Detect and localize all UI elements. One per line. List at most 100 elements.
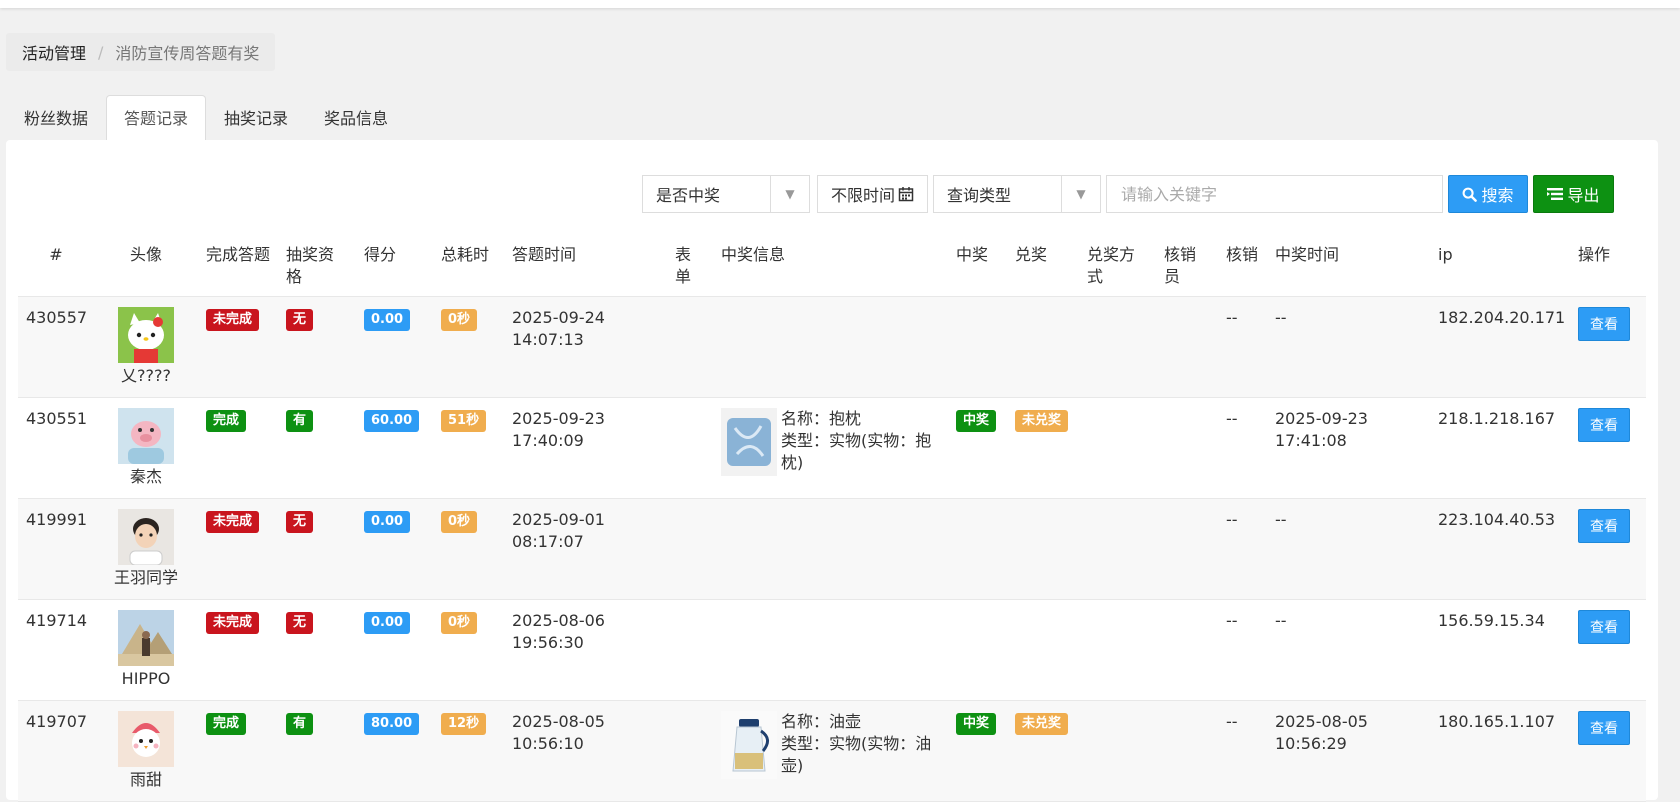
- prize-thumbnail: [721, 408, 777, 476]
- breadcrumb-parent[interactable]: 活动管理: [22, 40, 86, 64]
- cell-win-time: 2025-08-05 10:56:29: [1267, 700, 1430, 802]
- query-type-select[interactable]: 查询类型 ▼: [933, 175, 1101, 213]
- qualified-badge: 无: [286, 511, 314, 533]
- win-date: 2025-09-23: [1275, 409, 1368, 428]
- answer-date: 2025-09-24: [512, 308, 605, 327]
- search-button[interactable]: 搜索: [1448, 175, 1528, 213]
- avatar: [118, 408, 174, 464]
- complete-badge: 完成: [206, 410, 247, 432]
- keyword-input[interactable]: [1106, 175, 1443, 213]
- answer-date: 2025-09-01: [512, 510, 605, 529]
- time-filter-button[interactable]: 不限时间: [817, 175, 928, 213]
- avatar: [118, 711, 174, 767]
- cell-score: 0.00: [356, 599, 433, 701]
- cell-verify: --: [1218, 700, 1267, 802]
- cell-action: 查看: [1570, 397, 1646, 499]
- table-row: 430551 秦杰 完成 有 60.00 51秒 2025-09-23 17:40:09 名称：…: [18, 397, 1646, 499]
- tab-fans-data[interactable]: 粉丝数据: [6, 95, 106, 142]
- breadcrumb-current: 消防宣传周答题有奖: [115, 44, 260, 63]
- cell-redeem-method: [1079, 599, 1156, 701]
- cell-verify: --: [1218, 296, 1267, 398]
- cell-avatar: 乂????: [94, 296, 198, 398]
- cell-redeem-method: [1079, 700, 1156, 802]
- cell-win-time: 2025-09-23 17:41:08: [1267, 397, 1430, 499]
- cell-ip: 180.165.1.107: [1430, 700, 1570, 802]
- col-header-duration: 总耗时: [433, 232, 504, 297]
- cell-verifier: [1156, 700, 1218, 802]
- qualified-badge: 有: [286, 410, 314, 432]
- won-badge: 中奖: [956, 713, 997, 735]
- col-header-prize-info: 中奖信息: [713, 232, 948, 297]
- col-header-answer-time: 答题时间: [504, 232, 667, 297]
- breadcrumb: 活动管理 / 消防宣传周答题有奖: [6, 33, 276, 71]
- view-button[interactable]: 查看: [1578, 408, 1630, 442]
- cell-complete: 完成: [198, 397, 278, 499]
- cell-form: [667, 498, 713, 600]
- export-button[interactable]: 导出: [1533, 175, 1614, 213]
- time-filter-label: 不限时间: [830, 186, 895, 205]
- table-row: 419714 HIPPO 未完成 无 0.00 0秒 2025-08-06 19:56:30 -…: [18, 599, 1646, 701]
- cell-id: 419707: [18, 700, 94, 802]
- cell-verifier: [1156, 498, 1218, 600]
- cell-duration: 0秒: [433, 498, 504, 600]
- prize-thumbnail: [721, 711, 777, 779]
- prize-filter-select[interactable]: 是否中奖 ▼: [642, 175, 810, 213]
- redeem-badge: 未兑奖: [1015, 410, 1069, 432]
- answer-clock: 19:56:30: [512, 633, 584, 652]
- col-header-won: 中奖: [948, 232, 1007, 297]
- cell-form: [667, 296, 713, 398]
- duration-badge: 0秒: [441, 612, 478, 634]
- cell-prize-info: 名称：抱枕 类型：实物(实物：抱枕): [713, 397, 948, 499]
- col-header-qualified: 抽奖资格: [278, 232, 356, 297]
- answer-clock: 17:40:09: [512, 431, 584, 450]
- table-row: 430557 乂???? 未完成 无 0.00 0秒 2025-09-24 14:07:13 -…: [18, 296, 1646, 398]
- col-header-redeem-method: 兑奖方式: [1079, 232, 1156, 297]
- cell-action: 查看: [1570, 599, 1646, 701]
- cell-redeem: [1007, 296, 1079, 398]
- prize-name: 名称：抱枕: [781, 409, 862, 428]
- cell-avatar: 王羽同学: [94, 498, 198, 600]
- cell-avatar: 雨甜: [94, 700, 198, 802]
- duration-badge: 51秒: [441, 410, 487, 432]
- duration-badge: 0秒: [441, 511, 478, 533]
- cell-form: [667, 599, 713, 701]
- tab-prize-info[interactable]: 奖品信息: [306, 95, 406, 142]
- chevron-down-icon: ▼: [770, 176, 809, 212]
- cell-score: 60.00: [356, 397, 433, 499]
- cell-form: [667, 700, 713, 802]
- records-table: # 头像 完成答题 抽奖资格 得分 总耗时 答题时间 表单 中奖信息 中奖 兑奖…: [18, 232, 1646, 802]
- cell-prize-info: 名称：油壶 类型：实物(实物：油壶): [713, 700, 948, 802]
- cell-complete: 未完成: [198, 599, 278, 701]
- cell-duration: 0秒: [433, 599, 504, 701]
- cell-form: [667, 397, 713, 499]
- nickname: 雨甜: [129, 770, 162, 789]
- cell-won: [948, 296, 1007, 398]
- win-date: --: [1275, 611, 1287, 630]
- col-header-win-time: 中奖时间: [1267, 232, 1430, 297]
- tab-answer-records[interactable]: 答题记录: [106, 95, 207, 142]
- nickname: 秦杰: [129, 467, 162, 486]
- cell-win-time: --: [1267, 599, 1430, 701]
- nickname: HIPPO: [121, 669, 171, 688]
- view-button[interactable]: 查看: [1578, 711, 1630, 745]
- cell-id: 419991: [18, 498, 94, 600]
- cell-ip: 218.1.218.167: [1430, 397, 1570, 499]
- win-date: --: [1275, 510, 1287, 529]
- col-header-form: 表单: [667, 232, 713, 297]
- nickname: 王羽同学: [113, 568, 178, 587]
- cell-redeem-method: [1079, 498, 1156, 600]
- qualified-badge: 无: [286, 309, 314, 331]
- cell-score: 80.00: [356, 700, 433, 802]
- cell-verify: --: [1218, 397, 1267, 499]
- cell-prize-info: [713, 599, 948, 701]
- view-button[interactable]: 查看: [1578, 509, 1630, 543]
- score-badge: 0.00: [364, 511, 411, 533]
- cell-answer-time: 2025-09-23 17:40:09: [504, 397, 667, 499]
- cell-complete: 未完成: [198, 296, 278, 398]
- won-badge: 中奖: [956, 410, 997, 432]
- search-button-label: 搜索: [1481, 186, 1514, 205]
- col-header-id: #: [18, 232, 94, 297]
- tab-lottery-records[interactable]: 抽奖记录: [206, 95, 306, 142]
- view-button[interactable]: 查看: [1578, 307, 1630, 341]
- view-button[interactable]: 查看: [1578, 610, 1630, 644]
